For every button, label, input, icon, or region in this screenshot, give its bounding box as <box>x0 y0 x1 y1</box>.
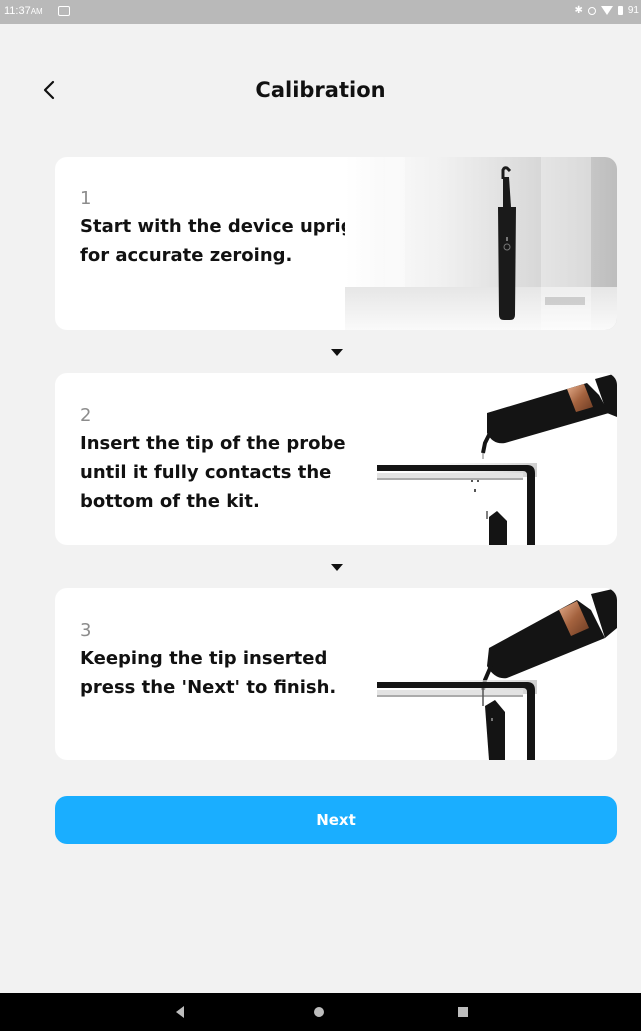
battery-level: 91 <box>627 5 639 16</box>
status-time-value: 11:37 <box>4 5 31 17</box>
status-bar: 11:37AM ✱ 91 <box>0 0 641 24</box>
notification-icon <box>58 6 70 16</box>
nav-recents-icon[interactable] <box>458 1007 468 1017</box>
step-instruction: Insert the tip of the probe until it ful… <box>80 433 346 512</box>
location-icon <box>587 6 596 15</box>
bluetooth-icon: ✱ <box>574 5 583 16</box>
step-number: 2 <box>80 405 92 426</box>
battery-icon <box>617 6 623 15</box>
nav-back-icon[interactable] <box>176 1006 184 1018</box>
step-number: 1 <box>80 188 92 209</box>
nav-home-icon[interactable] <box>314 1007 324 1017</box>
probe-insert-image <box>377 373 617 545</box>
wifi-icon <box>600 6 613 15</box>
step-card-3: 3 Keeping the tip inserted press the 'Ne… <box>55 588 617 760</box>
status-time: 11:37AM <box>4 5 43 17</box>
probe-inserted-image <box>377 588 617 760</box>
status-indicators: ✱ 91 <box>574 5 639 16</box>
device-upright-image <box>345 157 617 330</box>
step-number: 3 <box>80 620 92 641</box>
next-button-label: Next <box>316 811 356 829</box>
calibration-screen: 11:37AM ✱ 91 Calibration 1 Start with th… <box>0 0 641 1031</box>
caret-down-icon <box>331 349 343 356</box>
step-card-2: 2 Insert the tip of the probe until it f… <box>55 373 617 545</box>
system-nav-bar <box>0 993 641 1031</box>
caret-down-icon <box>331 564 343 571</box>
chevron-left-icon <box>43 80 55 100</box>
step-card-1: 1 Start with the device upright for accu… <box>55 157 617 330</box>
next-button[interactable]: Next <box>55 796 617 844</box>
status-time-suffix: AM <box>30 7 43 16</box>
step-instruction: Keeping the tip inserted press the 'Next… <box>80 648 337 698</box>
back-button[interactable] <box>36 76 64 104</box>
page-title: Calibration <box>255 78 386 102</box>
